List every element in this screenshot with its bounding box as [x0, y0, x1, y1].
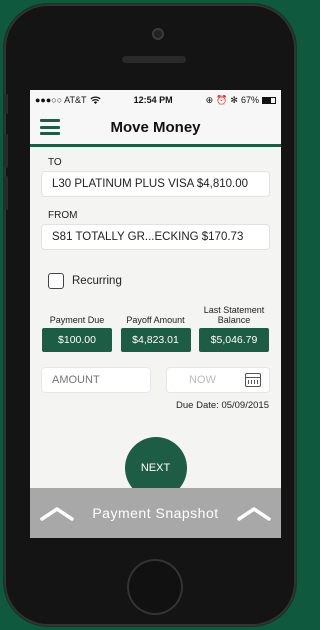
chevron-up-icon[interactable] [40, 504, 74, 522]
payment-due-button[interactable]: $100.00 [42, 328, 112, 352]
volume-up-button [4, 134, 8, 168]
payment-due-label: Payment Due [49, 315, 105, 325]
front-camera [152, 28, 164, 40]
calendar-icon[interactable] [245, 373, 261, 387]
nav-bar: Move Money [30, 110, 281, 147]
move-money-form: TO L30 PLATINUM PLUS VISA $4,810.00 FROM… [30, 147, 281, 499]
date-picker[interactable]: NOW [167, 368, 269, 392]
recurring-label: Recurring [72, 275, 122, 287]
wifi-icon [89, 96, 101, 104]
last-statement-label: Last Statement Balance [203, 305, 265, 325]
carrier-signal: ●●●○○ AT&T [35, 95, 87, 105]
payoff-amount-label: Payoff Amount [126, 315, 185, 325]
app-screen: ●●●○○ AT&T 12:54 PM ⊕ ⏰ ✻ 67% Move Money… [30, 90, 281, 538]
payoff-amount-option: Payoff Amount $4,823.01 [120, 303, 191, 352]
payment-snapshot-title: Payment Snapshot [92, 505, 219, 521]
page-title: Move Money [110, 118, 201, 136]
mute-switch [4, 94, 8, 114]
last-statement-option: Last Statement Balance $5,046.79 [199, 303, 269, 352]
status-time: 12:54 PM [133, 95, 173, 105]
recurring-checkbox[interactable] [48, 273, 64, 289]
recurring-option[interactable]: Recurring [48, 273, 269, 289]
quick-amounts: Payment Due $100.00 Payoff Amount $4,823… [42, 303, 269, 352]
status-bar: ●●●○○ AT&T 12:54 PM ⊕ ⏰ ✻ 67% [30, 90, 281, 110]
payoff-amount-button[interactable]: $4,823.01 [120, 328, 191, 352]
battery-icon [261, 96, 276, 104]
bluetooth-icon: ✻ [230, 94, 238, 105]
battery-percent: 67% [240, 95, 259, 105]
amount-date-row: NOW [42, 368, 269, 392]
payment-due-option: Payment Due $100.00 [42, 303, 112, 352]
earpiece-speaker [122, 56, 186, 63]
date-value: NOW [189, 374, 216, 386]
lock-rotation-icon: ⊕ [205, 94, 214, 105]
from-account-selector[interactable]: S81 TOTALLY GR...ECKING $170.73 [42, 225, 269, 249]
amount-input[interactable] [42, 368, 150, 392]
home-button[interactable] [127, 559, 183, 615]
volume-down-button [4, 176, 8, 210]
to-account-selector[interactable]: L30 PLATINUM PLUS VISA $4,810.00 [42, 172, 269, 196]
menu-icon[interactable] [40, 119, 60, 135]
to-label: TO [48, 157, 62, 168]
last-statement-button[interactable]: $5,046.79 [199, 328, 269, 352]
payment-snapshot-bar[interactable]: Payment Snapshot [30, 488, 281, 538]
chevron-up-icon[interactable] [237, 504, 271, 522]
due-date-text: Due Date: 05/09/2015 [176, 400, 269, 411]
from-label: FROM [48, 210, 78, 221]
alarm-icon: ⏰ [216, 94, 228, 105]
